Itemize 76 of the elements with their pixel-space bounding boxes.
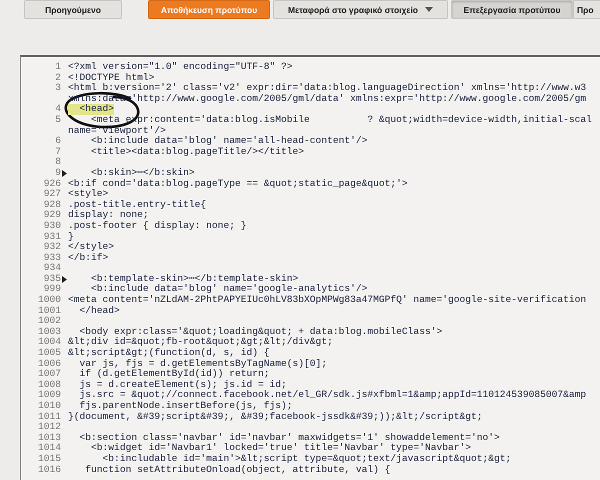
line-number: 1004 [38,337,61,348]
line-number: 1002 [38,316,61,327]
line-number: 929 [44,210,61,221]
line-number: 931 [44,232,61,242]
code-line: <?xml version="1.0" encoding="UTF-8" ?> [68,62,293,73]
line-number: 1007 [38,369,61,380]
line-number: 1014 [38,443,61,454]
line-number: 7 [55,146,61,158]
code-line: <style> [68,189,108,200]
code-line: } [68,232,74,242]
code-line: name='viewport'/> [68,126,166,136]
code-line: <!DOCTYPE html> [68,72,154,83]
fold-arrow-icon[interactable] [62,170,67,177]
code-line: <title><data:blog.pageTitle/></title> [90,146,304,158]
line-number: 1 [55,62,61,73]
line-number: 8 [55,157,61,168]
code-line: &lt;div id=&quot;fb-root&quot;&gt;&lt;/div&gt; [68,337,333,348]
code-line: var js, fjs = d.getElementsByTagName(s)[0]; [78,358,328,369]
code-line: function setAttributeOnload(object, attribute, val) { [84,464,390,476]
line-number: 1000 [38,295,61,306]
code-line: <meta content='nZLdAM-2PhtPAPYEIUc0hLV83bXOpMPWg83a47MGPfQ' name='google-site-verification [68,295,586,306]
code-line: <b:section class='navbar' id='navbar' maxwidgets='1' showaddelement='no'> [78,432,500,443]
code-line: <body expr:class='&quot;loading&quot; + data:blog.mobileClass'> [78,326,442,337]
line-number: 1005 [38,348,61,359]
code-line: }(document, &#39;script&#39;, &#39;facebook-jssdk&#39;));&lt;/script&gt; [68,412,483,422]
line-number: 935 [44,274,61,284]
line-number: 1010 [38,401,61,412]
line-number: 1011 [38,412,61,422]
line-number: 1009 [38,390,61,401]
code-line: if (d.getElementById(id)) return; [78,369,270,380]
code-line: js = d.createElement(s); js.id = id; [78,380,287,390]
code-line: <b:if cond='data:blog.pageType == &quot;static_page&quot;'> [68,178,408,189]
line-number: 3 [55,83,61,94]
toolbar-button[interactable]: Προηγούμενο [24,0,122,19]
code-line: </b:if> [68,252,108,264]
line-number: 934 [44,263,61,274]
code-line: fjs.parentNode.insertBefore(js, fjs); [78,401,293,412]
line-number: 926 [44,178,61,190]
code-line: <b:skin>⋯</b:skin> [90,168,195,179]
code-line: .post-title.entry-title{ [68,200,206,210]
code-line: <b:includable id='main'>&lt;script type=&quot;text/javascript&quot;&gt; [102,454,512,465]
line-number: 933 [44,252,61,264]
fold-arrow-icon[interactable] [62,276,67,283]
code-line: .post-footer { display: none; } [68,220,246,232]
line-number: 9 [55,168,61,179]
code-line: display: none; [68,210,149,221]
code-line: </head> [78,306,120,316]
line-number: 927 [44,189,61,200]
line-number: 1015 [38,454,61,465]
code-line: <b:template-skin>⋯</b:template-skin> [90,274,298,284]
line-number: 1016 [38,464,61,476]
line-number: 1001 [38,306,61,316]
line-number: 4 [55,104,61,115]
line-number: 5 [55,114,61,126]
line-number: 6 [55,136,61,147]
line-number: 932 [44,242,61,253]
code-line: &lt;script&gt;(function(d, s, id) { [68,348,270,359]
line-number: 1006 [38,358,61,370]
code-line: </style> [68,242,114,253]
line-number: 1008 [38,380,61,390]
toolbar-button[interactable]: Επεξεργασία προτύπου [451,0,573,19]
line-number: 1003 [38,326,61,338]
line-number: 2 [55,72,61,84]
code-line: js.src = &quot;//connect.facebook.net/el_GR/sdk.js#xfbml=1&amp;appId=110124539085007&amp [78,390,586,401]
toolbar-button[interactable]: Προ [573,0,600,19]
code-line: <html b:version='2' class='v2' expr:dir='data:blog.languageDirection' xmlns='http://www.w3 [68,83,586,94]
line-number: 930 [44,220,61,232]
line-number: 999 [44,284,61,296]
line-number: 1013 [38,432,61,444]
line-number: 1012 [38,422,61,433]
code-line: <b:include data='blog' name='all-head-content'/> [90,136,368,147]
line-number: 928 [44,200,61,210]
code-line: <b:include data='blog' name='google-analytics'/> [90,284,368,295]
dropdown-button[interactable]: Μεταφορά στο γραφικό στοιχείο [273,0,448,19]
caret-icon [425,7,433,12]
code-line: <b:widget id='Navbar1' locked='true' title='Navbar' type='Navbar'> [90,443,472,454]
